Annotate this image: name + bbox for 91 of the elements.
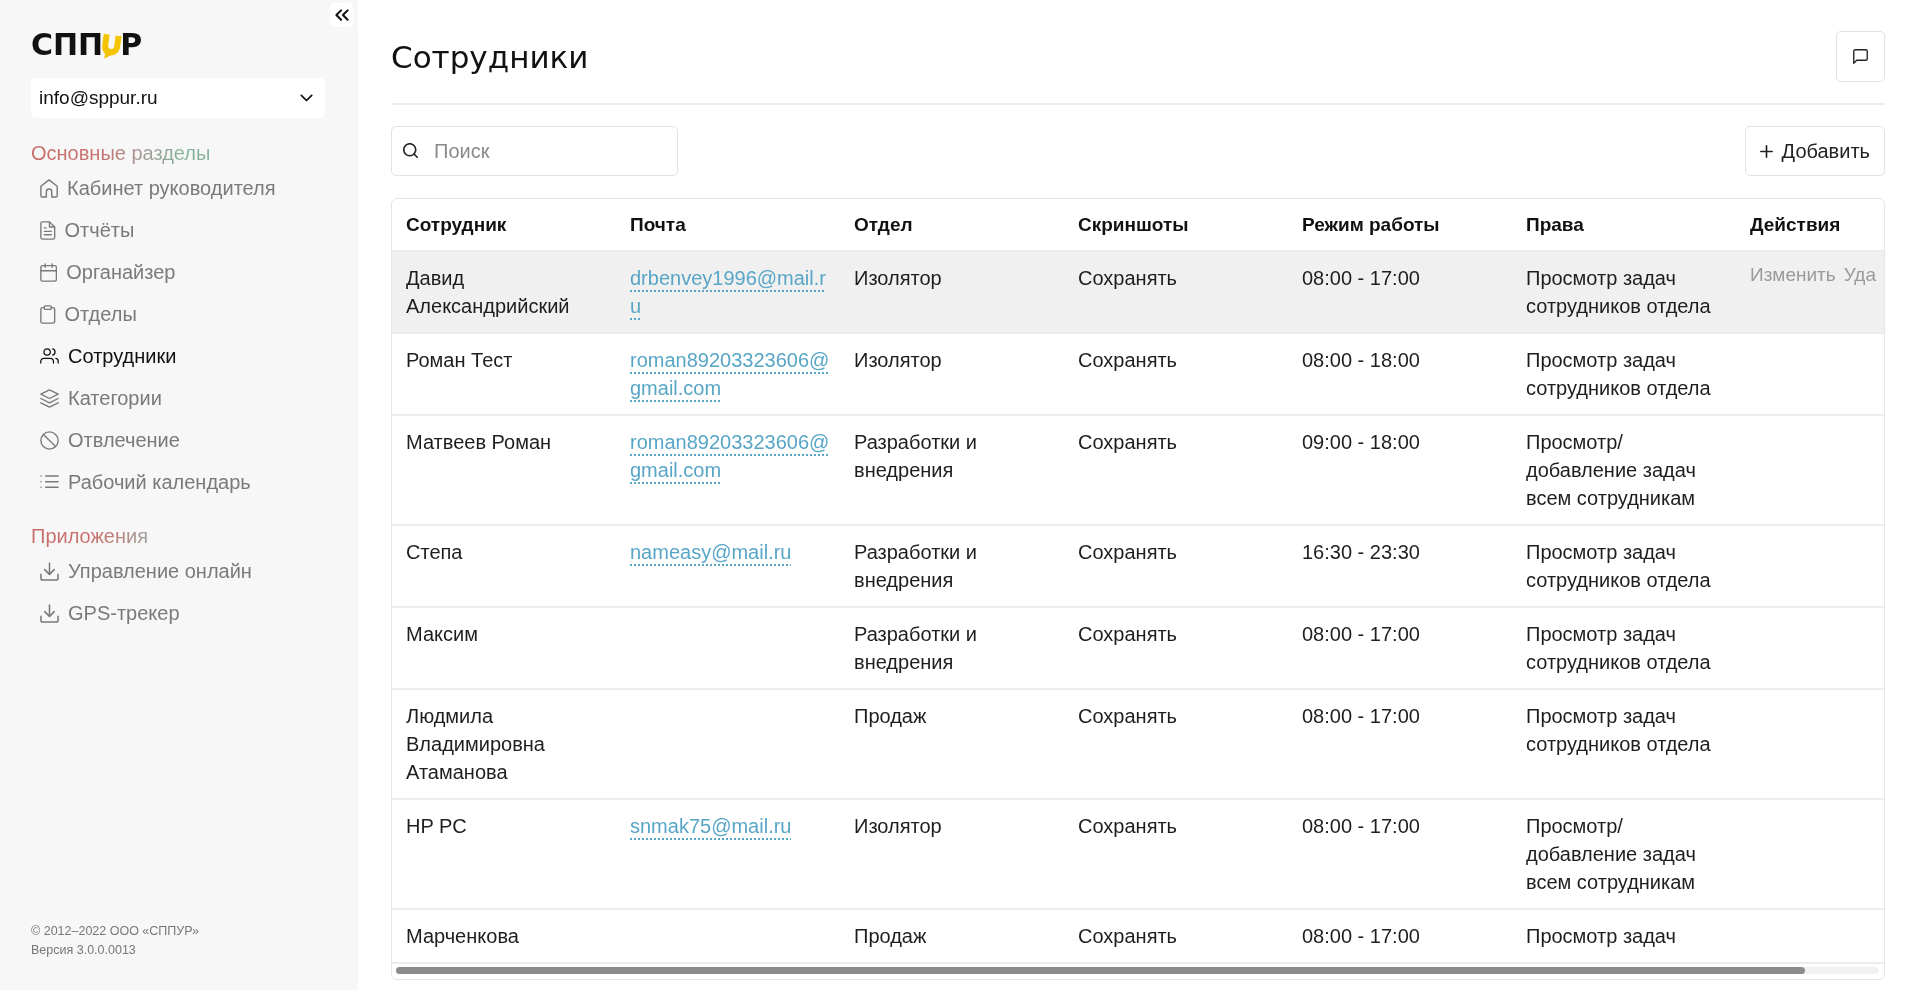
table-cell: Продаж xyxy=(854,705,927,727)
employee-name: Марченкова xyxy=(406,925,519,947)
email-link[interactable]: snmak75@mail.ru xyxy=(630,812,792,840)
email-link[interactable]: drbenvey1996@mail.ru xyxy=(630,264,830,320)
table-cell: 08:00 - 17:00 xyxy=(1302,267,1420,289)
plus-icon xyxy=(1759,144,1773,158)
column-header: Права xyxy=(1526,213,1584,236)
table-cell: Просмотр задач сотрудников отдела xyxy=(1526,541,1711,591)
table-cell: 08:00 - 17:00 xyxy=(1302,925,1420,947)
document-icon xyxy=(40,220,56,240)
table-cell: 09:00 - 18:00 xyxy=(1302,431,1420,453)
table-cell: Просмотр задач сотрудников отдела xyxy=(1526,623,1711,673)
table-cell: Просмотр задач сотрудников отдела xyxy=(1526,267,1711,317)
employee-name: Матвеев Роман xyxy=(406,431,552,453)
sidebar-item[interactable]: Рабочий календарь xyxy=(31,461,251,503)
employee-name: Давид Александрийский xyxy=(406,267,570,317)
layers-icon xyxy=(40,388,59,408)
table-cell: Сохранять xyxy=(1078,705,1178,727)
chevrons-left-icon xyxy=(334,8,349,22)
column-header: Отдел xyxy=(854,213,913,236)
table-cell: Просмотр/добавление задач всем сотрудникам xyxy=(1526,815,1696,893)
page-title: Сотрудники xyxy=(391,38,589,75)
table-cell: Сохранять xyxy=(1078,925,1178,947)
column-header: Сотрудник xyxy=(406,213,507,236)
column-header: Действия xyxy=(1750,213,1841,236)
table-cell: Разработки и внедрения xyxy=(854,541,977,591)
column-header: Скриншоты xyxy=(1078,213,1189,236)
column-header: Почта xyxy=(630,213,686,236)
logo-text: Р xyxy=(120,31,143,59)
version-text: Версия 3.0.0.0013 xyxy=(31,942,137,959)
email-link[interactable]: nameasy@mail.ru xyxy=(630,538,792,566)
action-link[interactable]: Изменить xyxy=(1750,261,1836,289)
table-cell: Сохранять xyxy=(1078,349,1178,371)
sidebar-item[interactable]: Кабинет руководителя xyxy=(31,167,276,209)
download-icon xyxy=(40,603,59,623)
email-link[interactable]: roman89203323606@gmail.com xyxy=(630,346,830,402)
sidebar-item[interactable]: Управление онлайн xyxy=(31,550,252,592)
table-cell: 16:30 - 23:30 xyxy=(1302,541,1420,563)
employee-name: Роман Тест xyxy=(406,349,513,371)
ban-icon xyxy=(40,430,59,450)
list-icon xyxy=(40,475,59,489)
table-cell: Продаж xyxy=(854,925,927,947)
download-icon xyxy=(40,561,59,581)
search-icon xyxy=(403,143,418,158)
chat-button[interactable] xyxy=(1836,31,1885,82)
search-field[interactable]: Поиск xyxy=(391,126,678,176)
speech-bubble-icon xyxy=(1853,49,1868,64)
table-cell: 08:00 - 17:00 xyxy=(1302,623,1420,645)
email-link[interactable]: roman89203323606@gmail.com xyxy=(630,428,830,484)
sidebar-item[interactable]: Отчёты xyxy=(31,209,135,251)
sidebar-item[interactable]: Категории xyxy=(31,377,162,419)
sidebar-item[interactable]: Отвлечение xyxy=(31,419,180,461)
employee-name: Максим xyxy=(406,623,478,645)
table-cell: Изолятор xyxy=(854,267,942,289)
table-cell: Изолятор xyxy=(854,349,942,371)
table-row[interactable]: Давид Александрийский drbenvey1996@mail.ru Изолятор Сохранять 08:00 - 17:00 Просмотр задач сотрудников отдела Изменить Уда xyxy=(392,252,1884,334)
table-cell: 08:00 - 17:00 xyxy=(1302,705,1420,727)
account-select[interactable]: info@sppur.ru xyxy=(31,78,325,118)
employee-name: HP PC xyxy=(406,815,467,837)
table-cell: Просмотр/добавление задач всем сотрудникам xyxy=(1526,431,1696,509)
add-button[interactable]: Добавить xyxy=(1744,126,1885,176)
column-header: Режим работы xyxy=(1302,213,1440,236)
logo-text: СПП xyxy=(31,31,104,59)
copyright-text: © 2012–2022 ООО «СППУР» xyxy=(31,923,200,940)
action-link[interactable]: Уда xyxy=(1843,261,1876,289)
table-cell: 08:00 - 17:00 xyxy=(1302,815,1420,837)
users-icon xyxy=(40,348,59,364)
table-cell: Просмотр задач сотрудников отдела xyxy=(1526,705,1711,755)
clipboard-icon xyxy=(40,304,56,324)
table-cell: Сохранять xyxy=(1078,623,1178,645)
table-cell: Просмотр задач xyxy=(1526,925,1676,947)
table-cell: Изолятор xyxy=(854,815,942,837)
sidebar-item[interactable]: Отделы xyxy=(31,293,137,335)
home-icon xyxy=(40,178,59,198)
table-cell: Сохранять xyxy=(1078,267,1178,289)
table-cell: 08:00 - 18:00 xyxy=(1302,349,1420,371)
employee-name: Людмила Владимировна Атаманова xyxy=(406,705,545,783)
calendar-icon xyxy=(40,262,58,282)
table-cell: Сохранять xyxy=(1078,431,1178,453)
table-cell: Разработки и внедрения xyxy=(854,623,977,673)
logo-mark-icon xyxy=(99,32,123,62)
table-cell: Сохранять xyxy=(1078,815,1178,837)
table-cell: Просмотр задач сотрудников отдела xyxy=(1526,349,1711,399)
collapse-button[interactable] xyxy=(330,3,353,27)
chevron-down-icon xyxy=(300,94,313,102)
sidebar-item[interactable]: Органайзер xyxy=(31,251,176,293)
table-cell: Сохранять xyxy=(1078,541,1178,563)
sidebar-item[interactable]: GPS-трекер xyxy=(31,592,180,634)
table-cell: Разработки и внедрения xyxy=(854,431,977,481)
employee-name: Степа xyxy=(406,541,463,563)
sidebar-item[interactable]: Сотрудники xyxy=(31,335,177,377)
